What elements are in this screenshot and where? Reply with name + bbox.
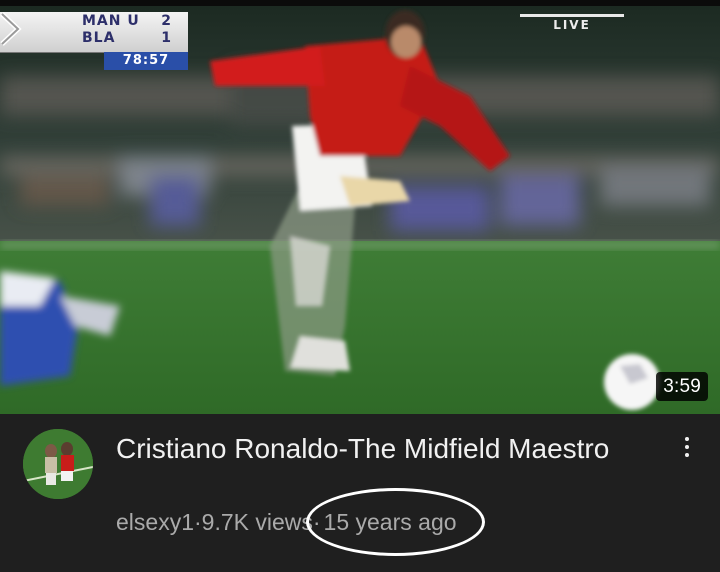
channel-avatar[interactable] (23, 429, 93, 499)
scoreboard-panel: MAN U 2 BLA 1 (0, 12, 188, 53)
scoreboard-overlay: MAN U 2 BLA 1 78:57 (0, 12, 190, 72)
team-name: MAN U (82, 13, 140, 29)
meta-separator: · (193, 509, 202, 535)
video-title[interactable]: Cristiano Ronaldo-The Midfield Maestro (116, 430, 636, 467)
view-count: 9.7K views (201, 509, 313, 535)
video-thumbnail[interactable]: MAN U 2 BLA 1 78:57 LIVE 3:59 (0, 6, 720, 414)
score-row: BLA 1 (82, 30, 172, 47)
score-table: MAN U 2 BLA 1 (82, 13, 172, 47)
score-row: MAN U 2 (82, 13, 172, 30)
duration-badge: 3:59 (656, 372, 708, 401)
meta-separator: · (312, 509, 321, 535)
team-goals: 2 (161, 13, 172, 29)
channel-name[interactable]: elsexy1 (116, 507, 194, 537)
video-metadata: elsexy1 · 9.7K views · 15 years ago (116, 488, 676, 556)
team-goals: 1 (161, 30, 172, 46)
menu-dot (685, 437, 689, 441)
avatar-image (23, 429, 93, 499)
upload-age-wrapper: 15 years ago (305, 488, 485, 556)
more-vert-icon[interactable] (670, 430, 704, 464)
chevron-right-icon (0, 12, 22, 46)
match-clock: 78:57 (104, 52, 188, 70)
team-name: BLA (82, 30, 116, 46)
upload-age: 15 years ago (323, 509, 457, 535)
menu-dot (685, 445, 689, 449)
live-label: LIVE (520, 14, 624, 35)
menu-dot (685, 453, 689, 457)
